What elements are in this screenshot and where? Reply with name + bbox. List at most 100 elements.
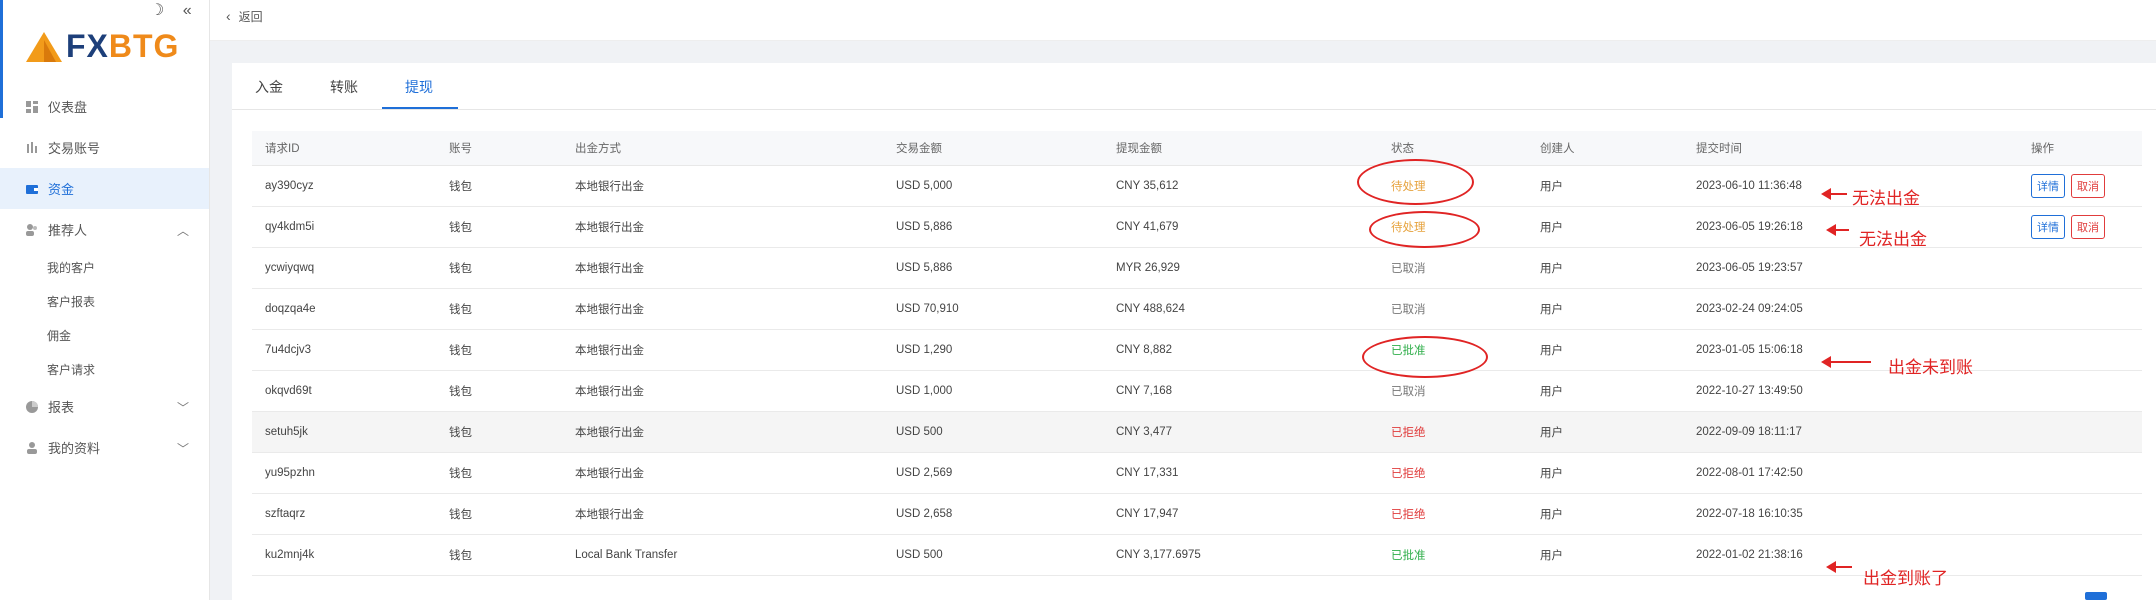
cell-status: 已拒绝	[1391, 493, 1540, 535]
cell-account: 钱包	[449, 247, 575, 289]
cell-method: 本地银行出金	[575, 247, 896, 289]
annotation-circle	[1369, 211, 1480, 248]
sidebar-item-reports[interactable]: 报表 ﹀	[0, 386, 209, 427]
annotation-note: 出金未到账	[1888, 358, 1973, 377]
cell-request-id: okqvd69t	[252, 370, 449, 412]
cell-status: 已拒绝	[1391, 452, 1540, 494]
cell-submit-time: 2022-09-09 18:11:17	[1696, 411, 2031, 453]
annotation-arrow	[1826, 561, 1852, 573]
back-label: 返回	[238, 10, 263, 24]
report-icon	[26, 400, 38, 413]
cell-withdraw-amount: CNY 41,679	[1116, 206, 1391, 248]
sidebar-subitem-client-requests[interactable]: 客户请求	[0, 352, 209, 386]
cell-status: 已批准	[1391, 534, 1540, 576]
cell-actions	[2031, 411, 2142, 453]
cell-actions	[2031, 534, 2142, 576]
cell-method: 本地银行出金	[575, 370, 896, 412]
back-button[interactable]: ‹ 返回	[226, 8, 263, 25]
sidebar-top-icons: ☽ «	[150, 0, 206, 20]
cell-trade-amount: USD 2,569	[896, 452, 1116, 494]
sidebar-item-label: 推荐人	[48, 223, 88, 238]
table-row: doqzqa4e 钱包 本地银行出金 USD 70,910 CNY 488,62…	[252, 288, 2142, 330]
sidebar-item-trading-account[interactable]: 交易账号	[0, 127, 209, 168]
annotation-arrow	[1821, 356, 1871, 368]
cell-request-id: doqzqa4e	[252, 288, 449, 330]
cell-creator: 用户	[1540, 206, 1696, 248]
chevron-up-icon[interactable]: ︿	[177, 222, 189, 239]
annotation-arrow	[1826, 224, 1849, 236]
sidebar-subitem-my-clients[interactable]: 我的客户	[0, 250, 209, 284]
pagination-active-page[interactable]	[2085, 592, 2107, 600]
cell-account: 钱包	[449, 206, 575, 248]
cell-submit-time: 2023-06-05 19:23:57	[1696, 247, 2031, 289]
cell-method: 本地银行出金	[575, 493, 896, 535]
sidebar-item-label: 报表	[48, 400, 75, 415]
profile-icon	[27, 441, 37, 454]
sidebar-item-referrer[interactable]: 推荐人 ︿	[0, 209, 209, 250]
cell-status: 已拒绝	[1391, 411, 1540, 453]
cell-trade-amount: USD 500	[896, 411, 1116, 453]
sidebar-subitem-client-reports[interactable]: 客户报表	[0, 284, 209, 318]
cell-account: 钱包	[449, 370, 575, 412]
tab-deposit[interactable]: 入金	[255, 77, 283, 97]
sidebar-item-label: 交易账号	[48, 141, 101, 156]
cell-request-id: yu95pzhn	[252, 452, 449, 494]
cell-creator: 用户	[1540, 165, 1696, 207]
dashboard-icon	[26, 100, 38, 113]
cell-trade-amount: USD 5,886	[896, 247, 1116, 289]
cell-account: 钱包	[449, 329, 575, 371]
cell-creator: 用户	[1540, 329, 1696, 371]
collapse-sidebar-icon[interactable]: «	[183, 2, 192, 19]
chevron-down-icon[interactable]: ﹀	[177, 399, 189, 416]
cell-request-id: ay390cyz	[252, 165, 449, 207]
col-header-actions: 操作	[2031, 131, 2142, 166]
cell-withdraw-amount: CNY 3,477	[1116, 411, 1391, 453]
cell-account: 钱包	[449, 452, 575, 494]
cell-account: 钱包	[449, 165, 575, 207]
cell-submit-time: 2022-10-27 13:49:50	[1696, 370, 2031, 412]
sidebar-item-dashboard[interactable]: 仪表盘	[0, 86, 209, 127]
cell-request-id: setuh5jk	[252, 411, 449, 453]
cell-status: 已取消	[1391, 247, 1540, 289]
cell-creator: 用户	[1540, 534, 1696, 576]
sidebar-item-profile[interactable]: 我的资料 ﹀	[0, 427, 209, 468]
theme-toggle-icon[interactable]: ☽	[150, 2, 164, 19]
cell-account: 钱包	[449, 288, 575, 330]
tab-withdraw[interactable]: 提现	[405, 77, 433, 97]
cell-creator: 用户	[1540, 370, 1696, 412]
cancel-button[interactable]: 取消	[2071, 174, 2105, 198]
withdrawal-card: 入金 转账 提现 请求ID 账号 出金方式 交易金额 提现金额 状态 创建人 提…	[232, 63, 2156, 600]
sidebar-subitem-commission[interactable]: 佣金	[0, 318, 209, 352]
chevron-down-icon[interactable]: ﹀	[177, 440, 189, 457]
cell-creator: 用户	[1540, 452, 1696, 494]
cell-account: 钱包	[449, 411, 575, 453]
annotation-arrow	[1821, 188, 1847, 200]
cell-trade-amount: USD 2,658	[896, 493, 1116, 535]
annotation-note: 出金到账了	[1863, 569, 1948, 588]
logo[interactable]: FX BTG	[26, 28, 179, 65]
table-row: yu95pzhn 钱包 本地银行出金 USD 2,569 CNY 17,331 …	[252, 452, 2142, 494]
col-header-request-id: 请求ID	[252, 131, 449, 166]
cell-actions	[2031, 370, 2142, 412]
detail-button[interactable]: 详情	[2031, 215, 2065, 239]
annotation-note: 无法出金	[1852, 189, 1920, 208]
cell-submit-time: 2022-07-18 16:10:35	[1696, 493, 2031, 535]
sidebar-item-funds[interactable]: 资金	[0, 168, 209, 209]
cell-withdraw-amount: MYR 26,929	[1116, 247, 1391, 289]
cell-trade-amount: USD 500	[896, 534, 1116, 576]
cell-submit-time: 2022-08-01 17:42:50	[1696, 452, 2031, 494]
cell-request-id: 7u4dcjv3	[252, 329, 449, 371]
wallet-icon	[26, 184, 38, 194]
col-header-method: 出金方式	[575, 131, 896, 166]
cell-creator: 用户	[1540, 288, 1696, 330]
cell-request-id: qy4kdm5i	[252, 206, 449, 248]
table-row: setuh5jk 钱包 本地银行出金 USD 500 CNY 3,477 已拒绝…	[252, 411, 2142, 453]
cancel-button[interactable]: 取消	[2071, 215, 2105, 239]
cell-actions: 详情 取消	[2031, 206, 2142, 248]
cell-actions	[2031, 452, 2142, 494]
cell-method: Local Bank Transfer	[575, 534, 896, 576]
detail-button[interactable]: 详情	[2031, 174, 2065, 198]
tab-transfer[interactable]: 转账	[330, 77, 358, 97]
cell-creator: 用户	[1540, 493, 1696, 535]
sidebar: ☽ « FX BTG 仪表盘 交易账号 资金 推荐人 ︿ 我的客户 客户报表 佣金	[0, 0, 210, 600]
